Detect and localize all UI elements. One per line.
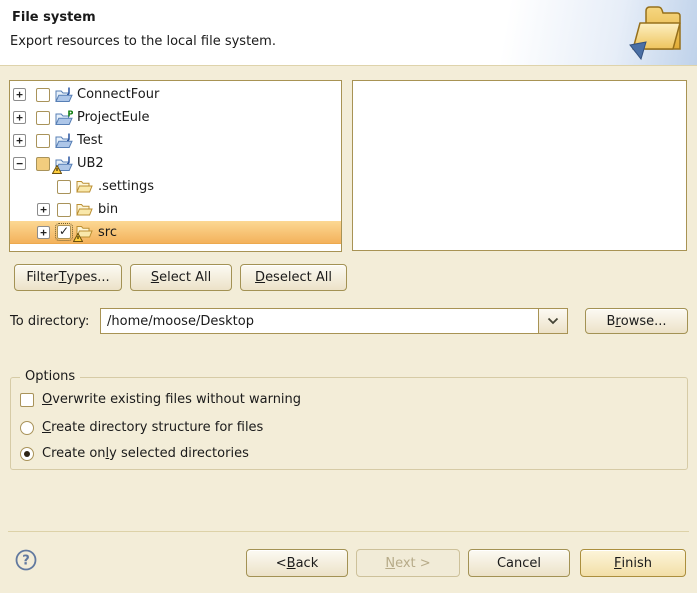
destination-combo	[100, 308, 568, 334]
expand-icon[interactable]: +	[13, 111, 26, 124]
svg-text:J: J	[67, 156, 71, 165]
overwrite-checkbox[interactable]	[20, 393, 34, 407]
checkbox-src-checked[interactable]	[57, 225, 71, 239]
page-title: File system	[12, 10, 96, 25]
tree-row-connectfour[interactable]: + J ConnectFour	[10, 83, 341, 106]
back-button[interactable]: < Back	[246, 549, 348, 577]
tree-item-label: ProjectEule	[77, 110, 150, 125]
next-button: Next >	[356, 549, 460, 577]
only-selected-radio[interactable]	[20, 447, 34, 461]
checkbox-connectfour[interactable]	[36, 88, 50, 102]
to-directory-label: To directory:	[10, 314, 89, 329]
options-group-title: Options	[20, 369, 80, 384]
help-icon[interactable]: ?	[14, 548, 38, 572]
deselect-all-button[interactable]: Deselect All	[240, 264, 347, 291]
checkbox-test[interactable]	[36, 134, 50, 148]
resource-tree[interactable]: + J ConnectFour +	[9, 80, 342, 252]
expand-icon[interactable]: +	[13, 134, 26, 147]
checkbox-ub2-mixed[interactable]	[36, 157, 50, 171]
tree-row-projecteule[interactable]: + P ProjectEule	[10, 106, 341, 129]
option-only-selected[interactable]: Create only selected directories	[20, 446, 249, 461]
svg-text:?: ?	[22, 554, 30, 569]
warning-overlay-icon	[52, 165, 62, 174]
folder-icon	[76, 202, 94, 218]
export-wizard-dialog: File system Export resources to the loca…	[0, 0, 697, 593]
chevron-down-icon	[547, 317, 559, 325]
svg-text:J: J	[67, 133, 71, 142]
page-subtitle: Export resources to the local file syste…	[10, 34, 276, 49]
project-folder-icon: P	[55, 110, 73, 126]
java-project-folder-icon: J	[55, 133, 73, 149]
checkbox-settings[interactable]	[57, 180, 71, 194]
tree-row-ub2[interactable]: − J UB2	[10, 152, 341, 175]
tree-item-label: src	[98, 225, 117, 240]
tree-row-test[interactable]: + J Test	[10, 129, 341, 152]
browse-button[interactable]: Browse...	[585, 308, 688, 334]
expand-icon[interactable]: +	[13, 88, 26, 101]
folder-warning-icon	[76, 224, 94, 240]
option-directory-structure[interactable]: Create directory structure for files	[20, 420, 263, 435]
tree-item-label: ConnectFour	[77, 87, 159, 102]
tree-row-src-selected[interactable]: + src	[10, 221, 341, 244]
java-project-folder-icon: J	[55, 87, 73, 103]
tree-item-label: .settings	[98, 179, 154, 194]
cancel-button[interactable]: Cancel	[468, 549, 570, 577]
directory-structure-radio[interactable]	[20, 421, 34, 435]
finish-button[interactable]: Finish	[580, 549, 686, 577]
footer-divider	[8, 531, 689, 532]
file-list-panel[interactable]	[352, 80, 687, 251]
collapse-icon[interactable]: −	[13, 157, 26, 170]
java-project-folder-warning-icon: J	[55, 156, 73, 172]
checkbox-bin[interactable]	[57, 203, 71, 217]
destination-input[interactable]	[101, 309, 538, 333]
checkbox-projecteule[interactable]	[36, 111, 50, 125]
wizard-header: File system Export resources to the loca…	[0, 0, 697, 66]
tree-row-bin[interactable]: + bin	[10, 198, 341, 221]
filter-types-button[interactable]: Filter Types...	[14, 264, 122, 291]
combo-dropdown-button[interactable]	[538, 309, 567, 333]
tree-item-label: bin	[98, 202, 118, 217]
tree-item-label: UB2	[77, 156, 104, 171]
tree-item-label: Test	[77, 133, 103, 148]
svg-text:J: J	[67, 87, 71, 96]
select-all-button[interactable]: Select All	[130, 264, 232, 291]
option-overwrite[interactable]: Overwrite existing files without warning	[20, 392, 301, 407]
tree-row-settings[interactable]: .settings	[10, 175, 341, 198]
folder-icon	[76, 179, 94, 195]
export-folder-icon	[626, 3, 690, 63]
expand-icon[interactable]: +	[37, 226, 50, 239]
svg-text:P: P	[68, 110, 74, 119]
expand-icon[interactable]: +	[37, 203, 50, 216]
warning-overlay-icon	[73, 233, 83, 242]
